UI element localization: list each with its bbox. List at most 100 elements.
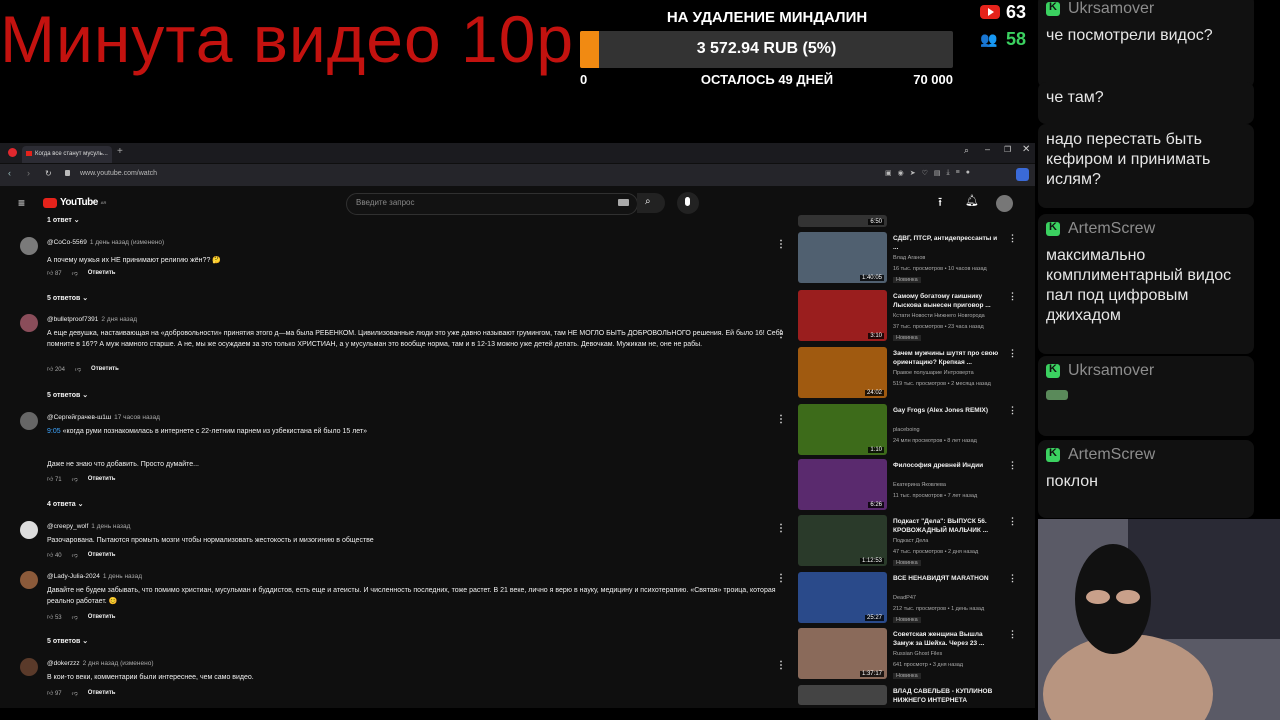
video-channel[interactable]: Правое полушарие Интроверта [893, 370, 974, 376]
notifications-bell-icon[interactable]: 🔔︎ [965, 194, 979, 207]
video-thumbnail[interactable]: 3:10 [798, 290, 887, 341]
maximize-button[interactable]: ❐ [1004, 145, 1011, 154]
like-button[interactable]: 👍︎ 97 [47, 689, 62, 697]
video-menu-icon[interactable]: ⋮ [1008, 233, 1017, 244]
like-button[interactable]: 👍︎ 53 [47, 613, 62, 621]
menu-icon[interactable]: ≡ [956, 169, 960, 177]
video-title[interactable]: Советская женщина Вышла Замуж за Шейха. … [893, 630, 1003, 648]
minimize-button[interactable]: – [985, 144, 990, 154]
video-thumbnail[interactable] [798, 685, 887, 705]
dislike-button[interactable]: 👎︎ [72, 269, 78, 277]
comment-author[interactable]: @dokerzzz 2 дня назад (изменено) [47, 660, 154, 667]
reply-button[interactable]: Ответить [88, 270, 116, 276]
video-channel[interactable]: Кстати Новости Нижнего Новгорода [893, 313, 985, 319]
comment-author[interactable]: @creepy_wolf 1 день назад [47, 523, 130, 530]
profile-icon[interactable]: ● [966, 169, 970, 177]
comment-author[interactable]: @CoCo-5569 1 день назад (изменено) [47, 239, 164, 246]
comment-avatar[interactable] [20, 237, 38, 255]
forward-button[interactable]: › [27, 168, 30, 178]
dislike-button[interactable]: 👎︎ [72, 689, 78, 697]
comment-menu-icon[interactable]: ⋮ [776, 573, 786, 584]
new-tab-button[interactable]: + [117, 146, 123, 157]
video-title[interactable]: ВСЕ НЕНАВИДЯТ MARATHON [893, 574, 1003, 583]
video-menu-icon[interactable]: ⋮ [1008, 573, 1017, 584]
replies-toggle[interactable]: 4 ответа ⌄ [47, 500, 84, 508]
video-title[interactable]: Философия древней Индии [893, 461, 1003, 470]
video-menu-icon[interactable]: ⋮ [1008, 629, 1017, 640]
dislike-button[interactable]: 👎︎ [72, 551, 78, 559]
video-title[interactable]: Подкаст "Дела": ВЫПУСК 56. КРОВОЖАДНЫЙ М… [893, 517, 1003, 535]
reply-button[interactable]: Ответить [91, 366, 119, 372]
video-title[interactable]: СДВГ, ПТСР, антидепрессанты и ... [893, 234, 1003, 252]
browser-tab[interactable]: Когда все станут мусуль... [22, 146, 112, 163]
keyboard-icon[interactable] [618, 199, 629, 206]
wallet-icon[interactable]: ▤ [934, 169, 941, 177]
video-title[interactable]: Зачем мужчины шутят про свою ориентацию?… [893, 349, 1003, 367]
comment-menu-icon[interactable]: ⋮ [776, 414, 786, 425]
comment-avatar[interactable] [20, 571, 38, 589]
video-channel[interactable]: Влад Аганов [893, 255, 925, 261]
dislike-button[interactable]: 👎︎ [72, 613, 78, 621]
camera-icon[interactable]: ◉ [898, 169, 904, 177]
video-menu-icon[interactable]: ⋮ [1008, 291, 1017, 302]
video-thumbnail[interactable]: 1:12:53 [798, 515, 887, 566]
back-button[interactable]: ‹ [8, 168, 11, 178]
sidebar-toggle-icon[interactable] [1016, 168, 1029, 181]
comment-menu-icon[interactable]: ⋮ [776, 329, 786, 340]
download-icon[interactable]: ⤓ [947, 169, 950, 177]
dislike-button[interactable]: 👎︎ [72, 475, 78, 483]
like-button[interactable]: 👍︎ 40 [47, 551, 62, 559]
search-button[interactable]: ⌕ [637, 193, 665, 213]
video-thumbnail[interactable]: 1:10 [798, 404, 887, 455]
reload-button[interactable]: ↻ [45, 169, 52, 178]
url-field[interactable]: www.youtube.com/watch [80, 170, 157, 177]
replies-toggle[interactable]: 5 ответов ⌄ [47, 294, 88, 302]
upload-icon[interactable]: ⭱ [938, 193, 942, 214]
reply-button[interactable]: Ответить [88, 690, 116, 696]
bookmark-icon[interactable]: ♡ [922, 169, 928, 177]
comment-avatar[interactable] [20, 521, 38, 539]
video-channel[interactable]: Подкаст Дела [893, 538, 928, 544]
video-thumbnail[interactable]: 24:02 [798, 347, 887, 398]
like-button[interactable]: 👍︎ 204 [47, 365, 65, 373]
video-menu-icon[interactable]: ⋮ [1008, 460, 1017, 471]
extension-icon[interactable]: ▣ [885, 169, 892, 177]
comment-avatar[interactable] [20, 412, 38, 430]
comment-menu-icon[interactable]: ⋮ [776, 523, 786, 534]
video-thumbnail[interactable]: 6:26 [798, 459, 887, 510]
account-avatar[interactable] [996, 195, 1013, 212]
video-title[interactable]: Самому богатому гаишнику Лыскова вынесен… [893, 292, 1003, 310]
video-title[interactable]: Gay Frogs (Alex Jones REMIX) [893, 406, 1003, 415]
video-thumbnail[interactable]: 25:27 [798, 572, 887, 623]
video-title[interactable]: ВЛАД САВЕЛЬЕВ - КУПЛИНОВ НИЖНЕГО ИНТЕРНЕ… [893, 687, 1003, 705]
video-thumbnail[interactable]: 6:50 [798, 215, 887, 227]
opera-icon[interactable] [8, 148, 17, 157]
replies-toggle[interactable]: 5 ответов ⌄ [47, 637, 88, 645]
comment-author[interactable]: @Сергейграчев-ш1ш 17 часов назад [47, 414, 160, 421]
video-menu-icon[interactable]: ⋮ [1008, 405, 1017, 416]
reply-button[interactable]: Ответить [88, 476, 116, 482]
comment-timestamp-link[interactable]: 9:05 [47, 428, 61, 435]
hamburger-menu-icon[interactable]: ≡ [18, 196, 25, 210]
reply-button[interactable]: Ответить [88, 552, 116, 558]
video-thumbnail[interactable]: 1:37:17 [798, 628, 887, 679]
share-icon[interactable]: ➤ [910, 169, 916, 177]
comment-author[interactable]: @bulletproof7391 2 дня назад [47, 316, 137, 323]
video-channel[interactable]: placeboing [893, 427, 920, 433]
video-channel[interactable]: DeadP47 [893, 595, 916, 601]
video-channel[interactable]: Екатерина Яковлева [893, 482, 946, 488]
close-window-button[interactable]: ✕ [1022, 144, 1030, 155]
reply-button[interactable]: Ответить [88, 614, 116, 620]
comment-avatar[interactable] [20, 658, 38, 676]
comment-author[interactable]: @Lady-Julia-2024 1 день назад [47, 573, 142, 580]
like-button[interactable]: 👍︎ 71 [47, 475, 62, 483]
comment-menu-icon[interactable]: ⋮ [776, 239, 786, 250]
video-menu-icon[interactable]: ⋮ [1008, 348, 1017, 359]
video-thumbnail[interactable]: 1:40:05 [798, 232, 887, 283]
dislike-button[interactable]: 👎︎ [75, 365, 81, 373]
video-channel[interactable]: Russian Ghost Files [893, 651, 942, 657]
replies-toggle[interactable]: 1 ответ ⌄ [47, 216, 80, 224]
search-tabs-icon[interactable]: ⌕ [964, 145, 969, 156]
youtube-logo[interactable]: YouTube AR [43, 197, 106, 208]
comment-avatar[interactable] [20, 314, 38, 332]
